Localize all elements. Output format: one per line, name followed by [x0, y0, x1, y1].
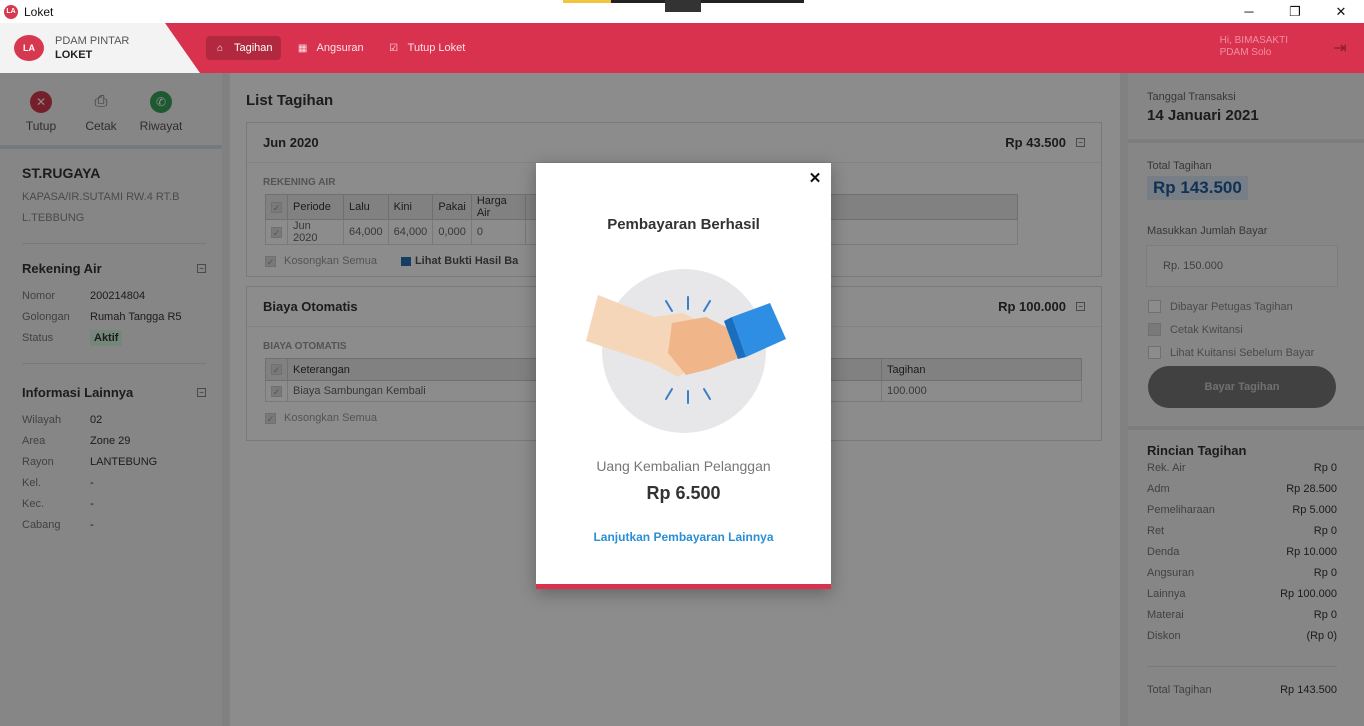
modal-title: Pembayaran Berhasil — [607, 216, 760, 233]
brand-logo-icon: LA — [14, 35, 44, 61]
minimize-button[interactable]: ─ — [1226, 0, 1272, 23]
nav-label: Tutup Loket — [407, 42, 466, 54]
window-title: Loket — [24, 4, 54, 19]
change-label: Uang Kembalian Pelanggan — [596, 458, 771, 474]
strip-segment — [665, 0, 701, 12]
app-logo-icon: LA — [4, 4, 18, 19]
nav-tagihan[interactable]: ⌂ Tagihan — [206, 36, 281, 60]
main-nav: ⌂ Tagihan ▦ Angsuran ☑ Tutup Loket — [206, 36, 473, 60]
change-amount: Rp 6.500 — [646, 483, 721, 503]
taskbar-strip — [563, 0, 804, 12]
user-greeting: Hi, BIMASAKTI PDAM Solo — [1220, 35, 1288, 59]
app-header: LA PDAM PINTAR LOKET ⌂ Tagihan ▦ Angsura… — [0, 23, 1364, 73]
nav-angsuran[interactable]: ▦ Angsuran — [289, 36, 372, 60]
continue-payment-link[interactable]: Lanjutkan Pembayaran Lainnya — [536, 530, 831, 544]
greeting-org: PDAM Solo — [1219, 47, 1272, 58]
window-titlebar: LA Loket ─ ❐ ✕ — [0, 0, 1364, 23]
strip-segment — [563, 0, 611, 3]
strip-segment — [701, 0, 804, 3]
brand-name: PDAM PINTAR — [55, 35, 130, 47]
close-icon[interactable]: ✕ — [807, 169, 823, 187]
handshake-illustration — [586, 269, 786, 433]
strip-segment — [611, 0, 665, 3]
nav-label: Tagihan — [234, 42, 273, 54]
payment-success-modal: ✕ Pembayaran Berhasil Uang Kembalian Pel… — [536, 163, 831, 589]
brand-subtitle: LOKET — [55, 49, 93, 61]
maximize-button[interactable]: ❐ — [1272, 0, 1318, 23]
home-icon: ⌂ — [216, 42, 224, 54]
nav-label: Angsuran — [316, 42, 364, 54]
logout-icon[interactable]: ⇥ — [1330, 36, 1350, 60]
brand-panel: LA PDAM PINTAR LOKET — [0, 23, 200, 73]
calendar-icon: ▦ — [297, 42, 308, 54]
nav-tutup-loket[interactable]: ☑ Tutup Loket — [380, 36, 474, 60]
close-window-button[interactable]: ✕ — [1318, 0, 1364, 23]
checkbox-icon: ☑ — [389, 42, 399, 54]
greeting-name: Hi, BIMASAKTI — [1219, 35, 1288, 46]
